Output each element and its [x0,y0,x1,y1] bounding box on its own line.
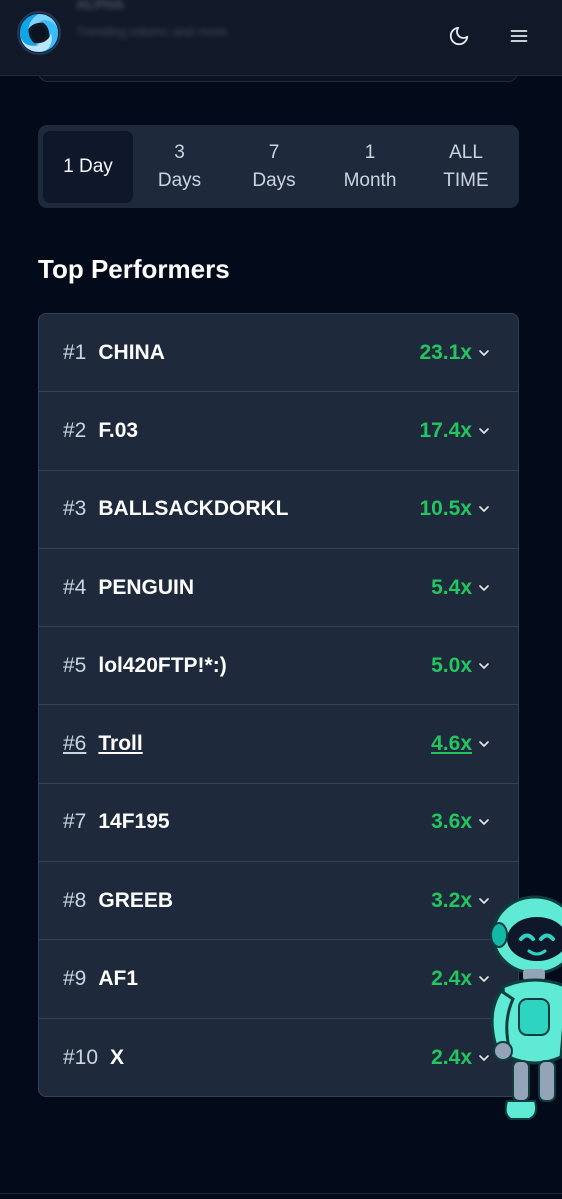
performer-name: PENGUIN [98,575,195,599]
performer-rank: #3 [63,497,87,521]
robot-mascot-icon[interactable] [485,895,562,1130]
performer-multiplier: 5.4x [431,575,472,599]
performer-name: BALLSACKDORKL [98,497,289,521]
performer-multiplier: 23.1x [419,340,472,364]
performer-name: lol420FTP!*:) [98,653,227,677]
performer-name: CHINA [98,340,165,364]
chevron-down-icon[interactable] [474,499,494,519]
chevron-down-icon[interactable] [474,578,494,598]
performer-multiplier: 3.2x [431,888,472,912]
performer-rank: #6 [63,732,87,756]
swirl-logo-icon[interactable] [16,10,62,56]
tab-all-time[interactable]: ALL TIME [418,131,514,203]
chevron-down-icon[interactable] [474,343,494,363]
performer-row[interactable]: #5 lol420FTP!*:) 5.0x [39,627,518,706]
header-title-blurred: ALPHA [76,0,125,12]
performer-row[interactable]: #9 AF1 2.4x [39,940,518,1019]
performer-rank: #7 [63,810,87,834]
performer-multiplier: 4.6x [431,732,472,756]
tab-3-days[interactable]: 3 Days [133,131,226,203]
time-range-tabs: 1 Day 3 Days 7 Days 1 Month ALL TIME [38,125,519,208]
performer-name: F.03 [98,418,139,442]
header-subtitle-blurred: Trending tokens and more [76,24,228,39]
performer-row[interactable]: #6 Troll 4.6x [39,705,518,784]
performer-row[interactable]: #3 BALLSACKDORKL 10.5x [39,471,518,549]
performer-name: 14F195 [98,810,170,834]
page: ALPHA Trending tokens and more 1 Day 3 D… [0,0,562,1199]
theme-toggle-button[interactable] [441,18,477,54]
section-title: Top Performers [38,254,230,284]
performer-row[interactable]: #1 CHINA 23.1x [39,314,518,393]
performer-multiplier: 10.5x [419,497,472,521]
tab-1-day[interactable]: 1 Day [43,130,133,203]
performer-rank: #1 [63,340,87,364]
chevron-down-icon[interactable] [474,421,494,441]
performer-multiplier: 2.4x [431,967,472,991]
performer-rank: #8 [63,888,87,912]
performer-rank: #2 [63,418,87,442]
moon-icon [449,26,469,46]
performer-name: X [110,1045,125,1069]
performer-name: Troll [98,732,143,756]
footer-divider [0,1193,562,1199]
performer-multiplier: 2.4x [431,1045,472,1069]
performer-row[interactable]: #4 PENGUIN 5.4x [39,549,518,628]
tab-1-month[interactable]: 1 Month [322,131,418,203]
performer-name: AF1 [98,967,139,991]
chevron-down-icon[interactable] [474,734,494,754]
chevron-down-icon[interactable] [474,656,494,676]
performer-rank: #5 [63,653,87,677]
performer-row[interactable]: #10 X 2.4x [39,1019,518,1096]
performer-multiplier: 17.4x [419,418,472,442]
performer-multiplier: 3.6x [431,810,472,834]
performers-list: #1 CHINA 23.1x #2 F.03 17.4x #3 BALLSACK… [38,313,519,1097]
menu-button[interactable] [501,18,537,54]
performer-name: GREEB [98,888,174,912]
hamburger-menu-icon [510,30,528,42]
performer-row[interactable]: #7 14F195 3.6x [39,784,518,863]
chevron-down-icon[interactable] [474,812,494,832]
performer-rank: #10 [63,1045,99,1069]
performer-rank: #9 [63,967,87,991]
performer-row[interactable]: #8 GREEB 3.2x [39,862,518,941]
performer-rank: #4 [63,575,87,599]
app-header: ALPHA Trending tokens and more [0,0,562,76]
tab-7-days[interactable]: 7 Days [226,131,322,203]
performer-multiplier: 5.0x [431,653,472,677]
performer-row[interactable]: #2 F.03 17.4x [39,392,518,471]
